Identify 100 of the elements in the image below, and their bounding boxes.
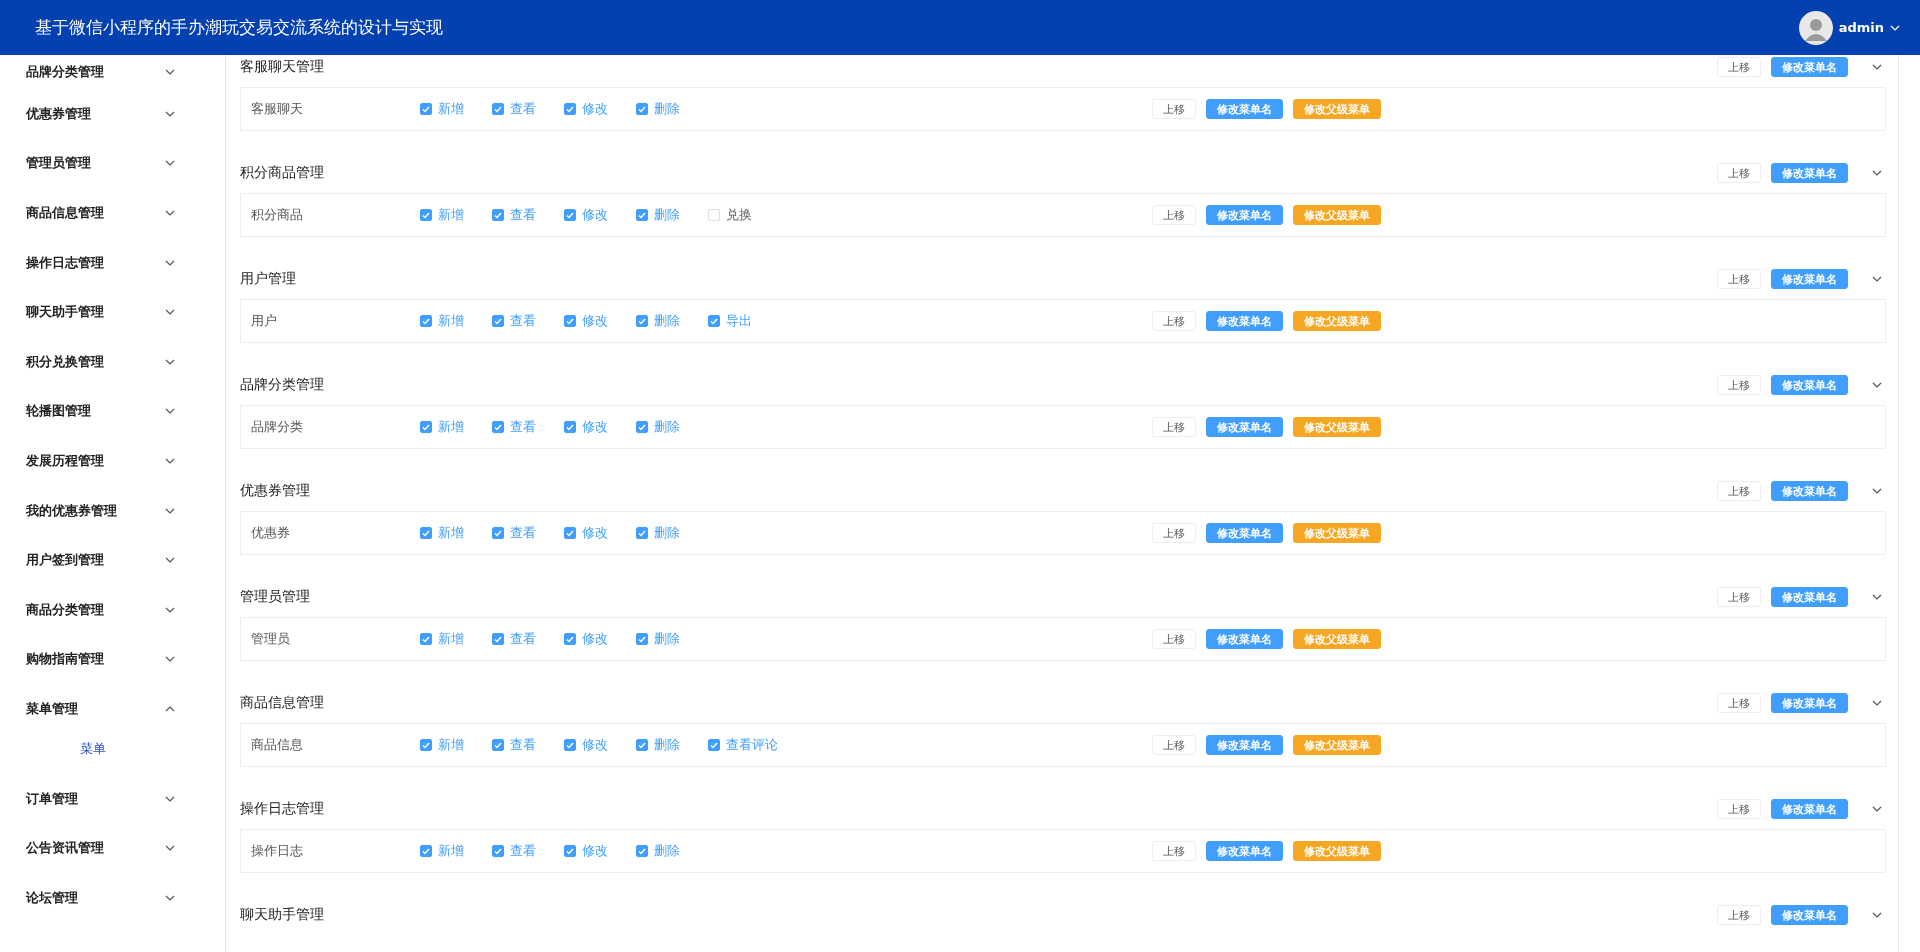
- rename-button[interactable]: 修改菜单名: [1771, 163, 1848, 183]
- permission-label[interactable]: 修改: [582, 206, 608, 224]
- rename-button[interactable]: 修改菜单名: [1771, 57, 1848, 77]
- checkbox[interactable]: [636, 739, 648, 751]
- permission-label[interactable]: 查看: [510, 524, 536, 542]
- move-up-button[interactable]: 上移: [1152, 523, 1196, 543]
- permission-label[interactable]: 删除: [654, 312, 680, 330]
- permission-label[interactable]: 兑换: [726, 206, 752, 224]
- rename-button[interactable]: 修改菜单名: [1771, 269, 1848, 289]
- move-up-button[interactable]: 上移: [1152, 311, 1196, 331]
- checkbox[interactable]: [420, 633, 432, 645]
- permission-label[interactable]: 查看: [510, 418, 536, 436]
- sidebar-item[interactable]: 公告资讯管理: [0, 823, 225, 873]
- rename-button[interactable]: 修改菜单名: [1206, 841, 1283, 861]
- permission-label[interactable]: 删除: [654, 842, 680, 860]
- change-parent-button[interactable]: 修改父级菜单: [1293, 205, 1381, 225]
- checkbox[interactable]: [420, 315, 432, 327]
- checkbox[interactable]: [420, 739, 432, 751]
- rename-button[interactable]: 修改菜单名: [1771, 375, 1848, 395]
- caret-icon[interactable]: [1890, 24, 1900, 31]
- permission-label[interactable]: 新增: [438, 524, 464, 542]
- permission-label[interactable]: 删除: [654, 418, 680, 436]
- permission-label[interactable]: 查看: [510, 630, 536, 648]
- rename-button[interactable]: 修改菜单名: [1206, 205, 1283, 225]
- permission-label[interactable]: 新增: [438, 312, 464, 330]
- checkbox[interactable]: [420, 421, 432, 433]
- sidebar-item[interactable]: 论坛管理: [0, 872, 225, 923]
- checkbox[interactable]: [636, 315, 648, 327]
- checkbox[interactable]: [420, 527, 432, 539]
- change-parent-button[interactable]: 修改父级菜单: [1293, 99, 1381, 119]
- permission-label[interactable]: 查看: [510, 206, 536, 224]
- change-parent-button[interactable]: 修改父级菜单: [1293, 629, 1381, 649]
- sidebar-item[interactable]: 订单管理: [0, 773, 225, 824]
- sidebar-item[interactable]: 操作日志管理: [0, 237, 225, 288]
- permission-label[interactable]: 修改: [582, 736, 608, 754]
- permission-label[interactable]: 新增: [438, 100, 464, 118]
- permission-label[interactable]: 新增: [438, 842, 464, 860]
- change-parent-button[interactable]: 修改父级菜单: [1293, 523, 1381, 543]
- checkbox[interactable]: [564, 845, 576, 857]
- checkbox[interactable]: [492, 103, 504, 115]
- permission-label[interactable]: 修改: [582, 842, 608, 860]
- checkbox[interactable]: [492, 209, 504, 221]
- sidebar-item[interactable]: 商品分类管理: [0, 584, 225, 635]
- checkbox[interactable]: [636, 527, 648, 539]
- checkbox[interactable]: [564, 421, 576, 433]
- move-up-button[interactable]: 上移: [1717, 587, 1761, 607]
- move-up-button[interactable]: 上移: [1717, 905, 1761, 925]
- permission-label[interactable]: 修改: [582, 524, 608, 542]
- permission-label[interactable]: 导出: [726, 312, 752, 330]
- checkbox[interactable]: [492, 739, 504, 751]
- rename-button[interactable]: 修改菜单名: [1206, 523, 1283, 543]
- permission-label[interactable]: 修改: [582, 312, 608, 330]
- permission-label[interactable]: 查看: [510, 736, 536, 754]
- checkbox[interactable]: [636, 845, 648, 857]
- permission-label[interactable]: 删除: [654, 736, 680, 754]
- rename-button[interactable]: 修改菜单名: [1771, 905, 1848, 925]
- submenu-item[interactable]: 菜单: [0, 733, 225, 774]
- move-up-button[interactable]: 上移: [1152, 629, 1196, 649]
- rename-button[interactable]: 修改菜单名: [1206, 99, 1283, 119]
- permission-label[interactable]: 查看评论: [726, 736, 778, 754]
- sidebar-item[interactable]: 优惠券管理: [0, 89, 225, 139]
- username[interactable]: admin: [1838, 20, 1884, 35]
- move-up-button[interactable]: 上移: [1152, 205, 1196, 225]
- change-parent-button[interactable]: 修改父级菜单: [1293, 311, 1381, 331]
- permission-label[interactable]: 删除: [654, 524, 680, 542]
- sidebar-item[interactable]: 购物指南管理: [0, 634, 225, 685]
- checkbox[interactable]: [420, 103, 432, 115]
- permission-label[interactable]: 新增: [438, 736, 464, 754]
- move-up-button[interactable]: 上移: [1717, 799, 1761, 819]
- move-up-button[interactable]: 上移: [1717, 57, 1761, 77]
- permission-label[interactable]: 修改: [582, 100, 608, 118]
- change-parent-button[interactable]: 修改父级菜单: [1293, 735, 1381, 755]
- rename-button[interactable]: 修改菜单名: [1771, 587, 1848, 607]
- checkbox[interactable]: [492, 633, 504, 645]
- rename-button[interactable]: 修改菜单名: [1771, 693, 1848, 713]
- permission-label[interactable]: 删除: [654, 630, 680, 648]
- sidebar-item[interactable]: 管理员管理: [0, 138, 225, 189]
- move-up-button[interactable]: 上移: [1152, 841, 1196, 861]
- sidebar-item[interactable]: 发展历程管理: [0, 436, 225, 486]
- permission-label[interactable]: 删除: [654, 206, 680, 224]
- rename-button[interactable]: 修改菜单名: [1206, 311, 1283, 331]
- move-up-button[interactable]: 上移: [1717, 693, 1761, 713]
- checkbox[interactable]: [564, 633, 576, 645]
- move-up-button[interactable]: 上移: [1152, 735, 1196, 755]
- sidebar-item[interactable]: 用户签到管理: [0, 535, 225, 585]
- permission-label[interactable]: 查看: [510, 100, 536, 118]
- move-up-button[interactable]: 上移: [1717, 481, 1761, 501]
- rename-button[interactable]: 修改菜单名: [1206, 735, 1283, 755]
- sidebar-item[interactable]: 积分兑换管理: [0, 336, 225, 387]
- rename-button[interactable]: 修改菜单名: [1771, 481, 1848, 501]
- checkbox[interactable]: [564, 103, 576, 115]
- checkbox[interactable]: [564, 527, 576, 539]
- permission-label[interactable]: 新增: [438, 206, 464, 224]
- checkbox[interactable]: [492, 527, 504, 539]
- checkbox[interactable]: [420, 209, 432, 221]
- checkbox[interactable]: [564, 209, 576, 221]
- sidebar-item[interactable]: 聊天助手管理: [0, 287, 225, 337]
- checkbox[interactable]: [492, 845, 504, 857]
- permission-label[interactable]: 查看: [510, 842, 536, 860]
- sidebar-item[interactable]: 我的优惠券管理: [0, 485, 225, 536]
